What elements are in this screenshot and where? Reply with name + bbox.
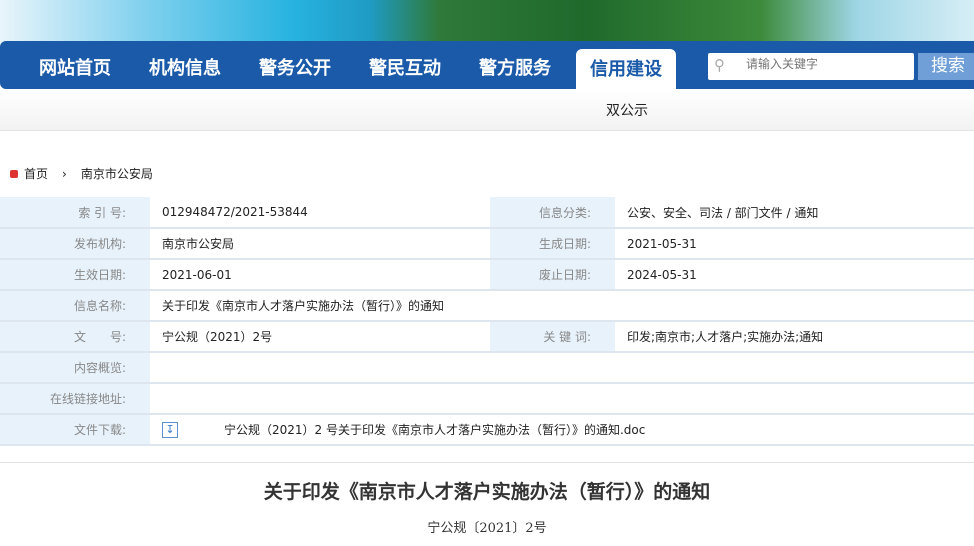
subnav-item[interactable]: 双公示 (606, 100, 648, 120)
nav-services[interactable]: 警方服务 (465, 41, 565, 89)
search-input[interactable] (746, 57, 906, 71)
label: 文 号: (0, 321, 150, 353)
search-icon: ⚲ (714, 56, 725, 74)
value: 2021-05-31 (615, 228, 974, 260)
label: 索 引 号: (0, 197, 150, 229)
label: 生效日期: (0, 259, 150, 291)
label: 内容概览: (0, 352, 150, 384)
article-title: 关于印发《南京市人才落户实施办法（暂行）》的通知 (263, 481, 711, 503)
value: 南京市公安局 (150, 228, 490, 260)
sub-nav: 双公示 (0, 89, 974, 131)
nav-police-affairs[interactable]: 警务公开 (245, 41, 345, 89)
label: 发布机构: (0, 228, 150, 260)
search-box: ⚲ (708, 53, 914, 80)
divider (0, 462, 974, 463)
label: 信息名称: (0, 290, 150, 322)
value: 印发;南京市;人才落户;实施办法;通知 (615, 321, 974, 353)
download-cell: ↧ 宁公规（2021）2 号关于印发《南京市人才落户实施办法（暂行）》的通知.do… (150, 414, 974, 446)
article-docno: 宁公规〔2021〕2号 (427, 521, 547, 536)
value: 公安、安全、司法 / 部门文件 / 通知 (615, 197, 974, 229)
value: 012948472/2021-53844 (150, 197, 490, 229)
label: 在线链接地址: (0, 383, 150, 415)
breadcrumb-current[interactable]: 南京市公安局 (81, 165, 153, 182)
nav-home[interactable]: 网站首页 (25, 41, 125, 89)
value: 2024-05-31 (615, 259, 974, 291)
search-button[interactable]: 搜索 (918, 53, 974, 80)
value (150, 352, 974, 384)
download-icon[interactable]: ↧ (162, 422, 178, 439)
value: 2021-06-01 (150, 259, 490, 291)
label: 文件下载: (0, 414, 150, 446)
home-icon (10, 169, 18, 178)
chevron-right-icon: › (62, 166, 67, 181)
download-link[interactable]: 宁公规（2021）2 号关于印发《南京市人才落户实施办法（暂行）》的通知.doc (224, 423, 645, 437)
value: 关于印发《南京市人才落户实施办法（暂行）》的通知 (150, 290, 974, 322)
nav-org-info[interactable]: 机构信息 (135, 41, 235, 89)
info-table: 索 引 号: 012948472/2021-53844 信息分类: 公安、安全、司法 … (0, 197, 974, 446)
value (150, 383, 974, 415)
label: 关 键 词: (490, 321, 615, 353)
breadcrumb-home[interactable]: 首页 (24, 165, 48, 182)
nav-interaction[interactable]: 警民互动 (355, 41, 455, 89)
value: 宁公规（2021）2号 (150, 321, 490, 353)
label: 生成日期: (490, 228, 615, 260)
label: 信息分类: (490, 197, 615, 229)
label: 废止日期: (490, 259, 615, 291)
breadcrumb: 首页 › 南京市公安局 (10, 165, 153, 182)
